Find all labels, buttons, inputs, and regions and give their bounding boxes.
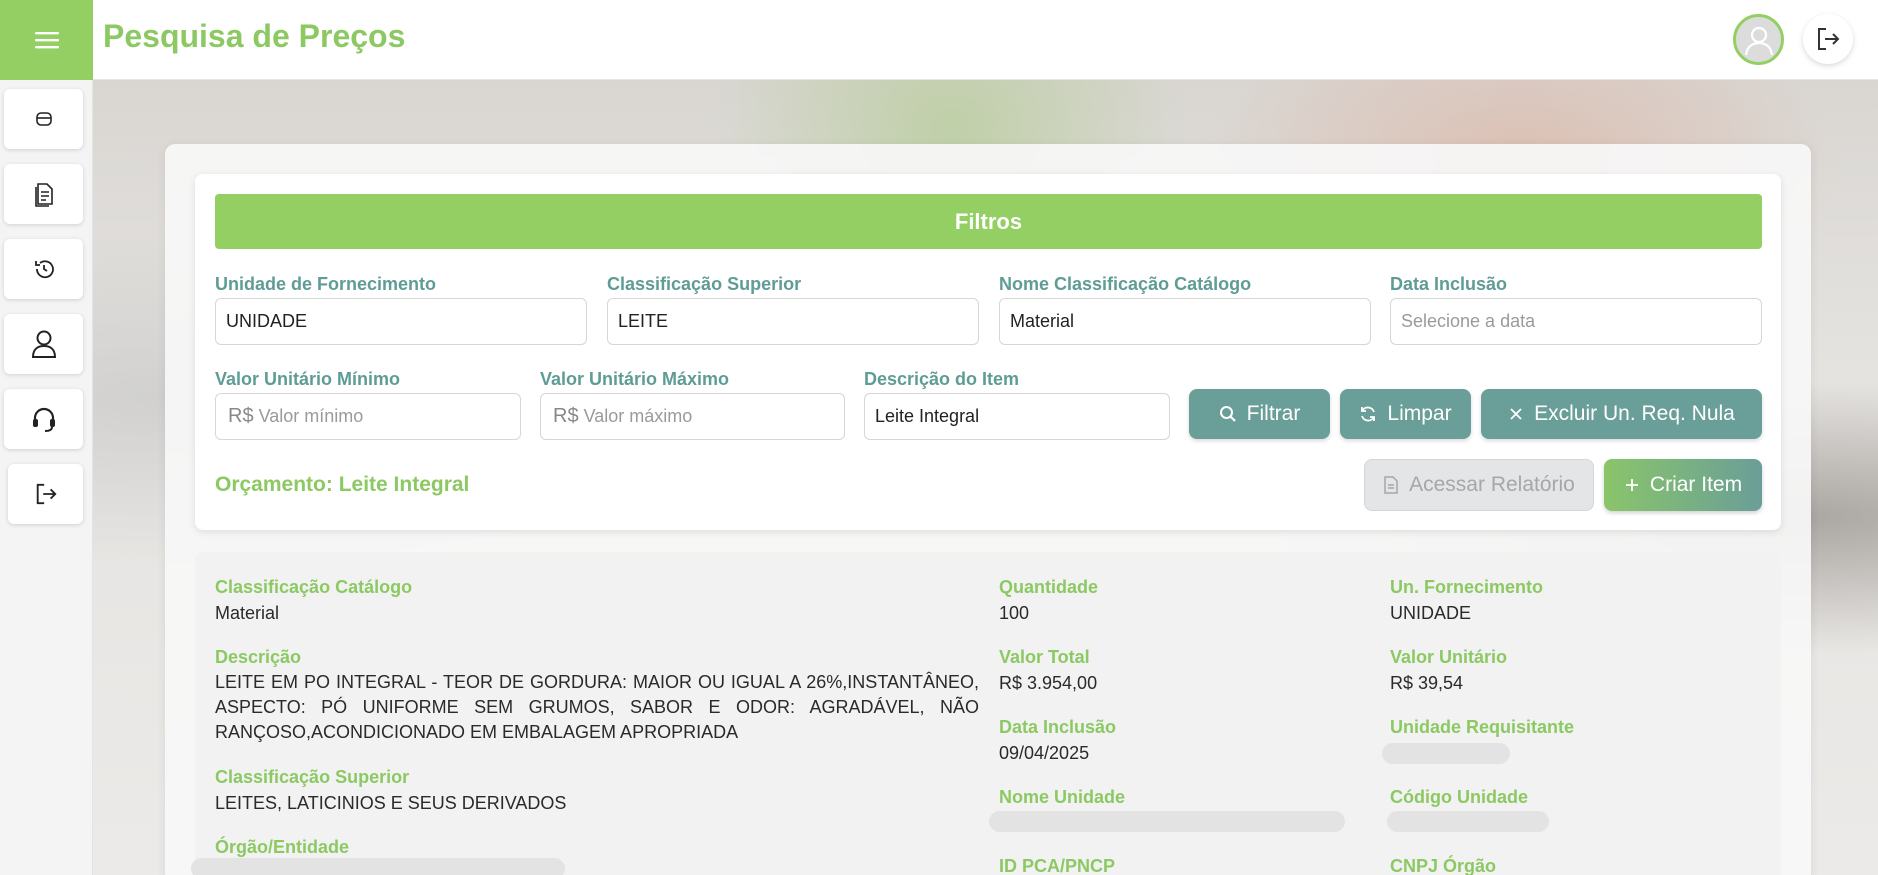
valor-minimo-placeholder: Valor mínimo — [258, 406, 364, 426]
unidade-fornecimento-label: Unidade de Fornecimento — [215, 274, 437, 294]
codigo-unidade-label: Código Unidade — [1390, 787, 1528, 807]
logout-button[interactable] — [1803, 14, 1853, 64]
valor-unitario-value: R$ 39,54 — [1390, 673, 1464, 693]
classificacao-superior-detail-label: Classificação Superior — [215, 767, 410, 787]
valor-maximo-label: Valor Unitário Máximo — [540, 369, 730, 389]
orgao-entidade-label: Órgão/Entidade — [215, 837, 350, 857]
acessar-relatorio-label: Acessar Relatório — [1409, 473, 1575, 496]
classificacao-superior-value: LEITE — [618, 311, 669, 331]
sidebar-item-database[interactable] — [4, 89, 83, 149]
sidebar-item-logout[interactable] — [8, 464, 83, 524]
criar-item-button[interactable]: Criar Item — [1604, 459, 1762, 511]
filtrar-label: Filtrar — [1246, 402, 1301, 425]
top-bar: Pesquisa de Preços — [0, 0, 1878, 80]
sidebar-item-history[interactable] — [4, 239, 83, 299]
classificacao-catalogo-label: Classificação Catálogo — [215, 577, 413, 597]
unidade-fornecimento-input[interactable]: UNIDADE — [215, 298, 587, 345]
descricao-value: LEITE EM PO INTEGRAL - TEOR DE GORDURA: … — [215, 672, 979, 742]
classificacao-superior-label: Classificação Superior — [607, 274, 802, 294]
sidebar-item-user[interactable] — [4, 314, 83, 374]
descricao-item-input[interactable]: Leite Integral — [864, 393, 1170, 440]
plus-icon — [1625, 479, 1638, 491]
logout-icon — [1818, 28, 1840, 50]
data-inclusao-placeholder: Selecione a data — [1401, 311, 1536, 331]
descricao-label: Descrição — [215, 647, 302, 667]
id-pca-pncp-label: ID PCA/PNCP — [999, 856, 1116, 875]
classificacao-catalogo-value: Material — [215, 603, 280, 623]
hamburger-menu-icon — [34, 32, 59, 49]
headset-icon — [32, 407, 55, 432]
database-icon — [35, 112, 52, 126]
close-icon — [1510, 408, 1522, 420]
user-icon — [31, 330, 56, 358]
logout-icon — [36, 483, 57, 505]
quantidade-value: 100 — [999, 603, 1030, 623]
document-list-icon — [34, 183, 53, 207]
valor-maximo-placeholder: Valor máximo — [583, 406, 693, 426]
un-fornecimento-label: Un. Fornecimento — [1390, 577, 1544, 597]
limpar-button[interactable]: Limpar — [1340, 389, 1471, 439]
criar-item-label: Criar Item — [1649, 473, 1743, 496]
nome-classificacao-value: Material — [1010, 311, 1075, 331]
nome-unidade-label: Nome Unidade — [999, 787, 1126, 807]
valor-total-value: R$ 3.954,00 — [999, 673, 1098, 693]
valor-total-label: Valor Total — [999, 647, 1090, 667]
un-fornecimento-value: UNIDADE — [1390, 603, 1472, 623]
user-avatar-button[interactable] — [1733, 14, 1784, 65]
app-title: Pesquisa de Preços — [103, 18, 406, 54]
hamburger-menu-button[interactable] — [0, 0, 93, 80]
valor-maximo-input[interactable]: R$ Valor máximo — [540, 393, 845, 440]
descricao-item-value: Leite Integral — [875, 406, 980, 426]
user-avatar-icon — [1744, 26, 1773, 55]
orgao-entidade-skeleton — [191, 858, 565, 875]
data-inclusao-input[interactable]: Selecione a data — [1390, 298, 1762, 345]
codigo-unidade-skeleton — [1387, 811, 1549, 832]
acessar-relatorio-button[interactable]: Acessar Relatório — [1364, 459, 1594, 511]
data-inclusao-detail-label: Data Inclusão — [999, 717, 1117, 737]
descricao-item-label: Descrição do Item — [864, 369, 1020, 389]
excluir-label: Excluir Un. Req. Nula — [1534, 402, 1735, 425]
valor-minimo-label: Valor Unitário Mínimo — [215, 369, 401, 389]
unidade-fornecimento-value: UNIDADE — [226, 311, 308, 331]
valor-unitario-label: Valor Unitário — [1390, 647, 1508, 667]
search-icon — [1219, 406, 1236, 422]
unidade-requisitante-label: Unidade Requisitante — [1390, 717, 1575, 737]
data-inclusao-label: Data Inclusão — [1390, 274, 1508, 294]
nome-classificacao-input[interactable]: Material — [999, 298, 1371, 345]
filtrar-button[interactable]: Filtrar — [1189, 389, 1330, 439]
classificacao-superior-detail-value: LEITES, LATICINIOS E SEUS DERIVADOS — [215, 793, 567, 813]
data-inclusao-detail-value: 09/04/2025 — [999, 743, 1090, 763]
valor-maximo-currency-prefix: R$ — [553, 405, 579, 427]
unidade-requisitante-skeleton — [1382, 743, 1510, 764]
filter-header: Filtros — [215, 194, 1762, 249]
cnpj-orgao-label: CNPJ Órgão — [1390, 856, 1497, 875]
quantidade-label: Quantidade — [999, 577, 1099, 597]
orcamento-title: Orçamento: Leite Integral — [215, 473, 470, 496]
document-icon — [1384, 476, 1398, 494]
excluir-un-req-nula-button[interactable]: Excluir Un. Req. Nula — [1481, 389, 1762, 439]
valor-minimo-currency-prefix: R$ — [228, 405, 254, 427]
nome-classificacao-label: Nome Classificação Catálogo — [999, 274, 1252, 294]
sidebar-item-support[interactable] — [4, 389, 83, 449]
history-icon — [34, 260, 54, 279]
nome-unidade-skeleton — [989, 811, 1345, 832]
sidebar — [0, 80, 93, 875]
refresh-icon — [1361, 406, 1376, 422]
classificacao-superior-input[interactable]: LEITE — [607, 298, 979, 345]
sidebar-item-documents[interactable] — [4, 164, 83, 224]
valor-minimo-input[interactable]: R$ Valor mínimo — [215, 393, 521, 440]
limpar-label: Limpar — [1387, 402, 1452, 425]
